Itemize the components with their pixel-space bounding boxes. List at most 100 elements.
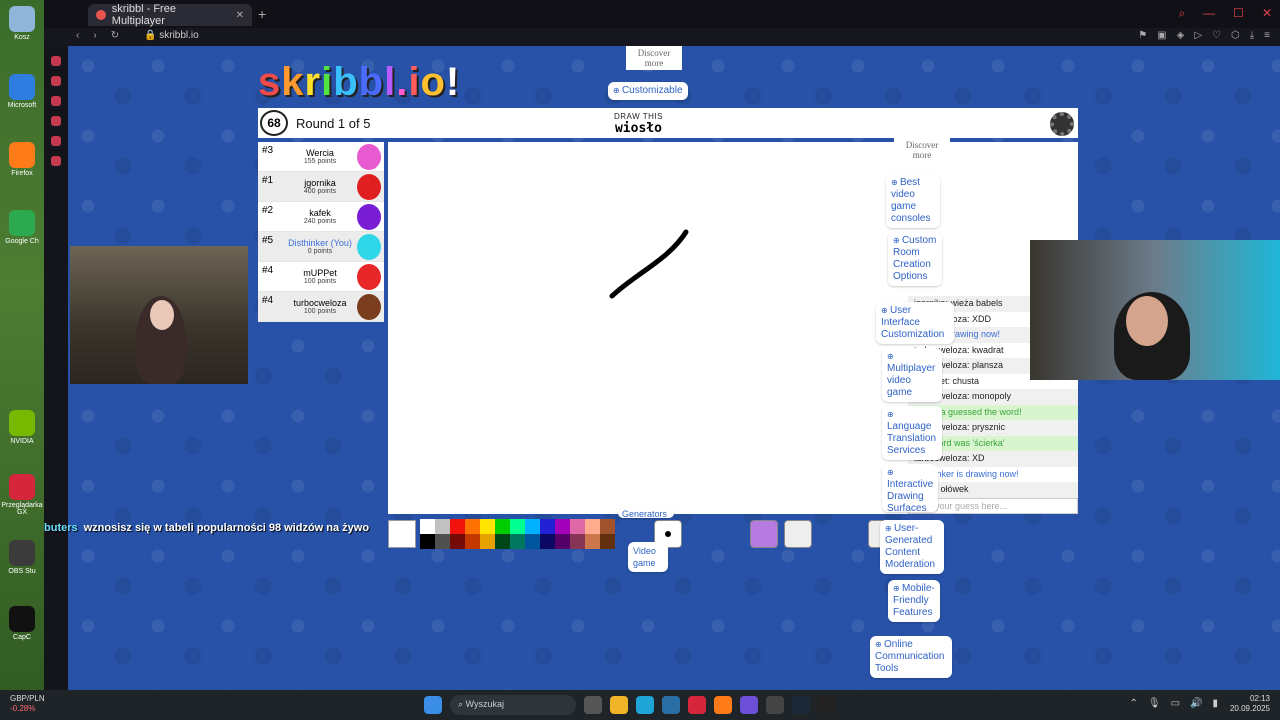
palette-color-swatch[interactable] — [435, 519, 450, 534]
palette-color-swatch[interactable] — [510, 519, 525, 534]
edge-icon[interactable] — [636, 696, 654, 714]
start-menu-icon[interactable] — [424, 696, 442, 714]
palette-color-swatch[interactable] — [420, 534, 435, 549]
tab-skribbl[interactable]: skribbl - Free Multiplayer ✕ — [88, 3, 252, 27]
clock[interactable]: 02:13 20.09.2025 — [1230, 694, 1270, 714]
palette-color-swatch[interactable] — [495, 519, 510, 534]
palette-color-swatch[interactable] — [585, 519, 600, 534]
ad-link-customizable[interactable]: ⊕ Customizable — [608, 82, 688, 100]
shield-icon[interactable]: ◈ — [1177, 30, 1185, 41]
forward-icon[interactable]: › — [93, 30, 96, 41]
extensions-icon[interactable]: ⬡ — [1231, 30, 1240, 41]
ad-discover-more-top[interactable]: Discover more — [626, 46, 682, 70]
close-tab-icon[interactable]: ✕ — [236, 10, 244, 21]
volume-icon[interactable]: 🔊 — [1190, 698, 1202, 709]
palette-color-swatch[interactable] — [480, 519, 495, 534]
palette-color-swatch[interactable] — [540, 519, 555, 534]
settings-gear-icon[interactable] — [1050, 112, 1074, 136]
desktop-icon-firefox[interactable]: Firefox — [0, 142, 44, 177]
ad-link-consoles[interactable]: ⊕ Best video game consoles — [886, 174, 940, 228]
store-icon[interactable] — [662, 696, 680, 714]
file-explorer-icon[interactable] — [610, 696, 628, 714]
palette-color-swatch[interactable] — [450, 534, 465, 549]
downloads-icon[interactable]: ⤓ — [1250, 30, 1254, 41]
palette-color-swatch[interactable] — [450, 519, 465, 534]
stock-widget[interactable]: GBP/PLN -0.28% — [10, 694, 45, 714]
player-name: jgornika — [304, 178, 336, 188]
minimize-icon[interactable]: — — [1203, 6, 1215, 21]
ad-link-drawing-surfaces[interactable]: ⊕ Interactive Drawing Surfaces — [882, 464, 938, 512]
bookmark-icon[interactable]: ⚑ — [1138, 30, 1147, 41]
palette-color-swatch[interactable] — [570, 534, 585, 549]
ad-link-custom-room[interactable]: ⊕ Custom Room Creation Options — [888, 232, 942, 286]
menu-icon[interactable]: ≡ — [1264, 30, 1270, 41]
desktop-icon-edge[interactable]: Microsoft — [0, 74, 44, 109]
sidebar-icon-4[interactable] — [51, 116, 61, 126]
desktop-icon-recycle-bin[interactable]: Kosz — [0, 6, 44, 41]
ad-link-video-game[interactable]: Video game — [628, 542, 668, 572]
palette-color-swatch[interactable] — [495, 534, 510, 549]
desktop-icon-nvidia[interactable]: NVIDIA — [0, 410, 44, 445]
battery-icon[interactable]: ▮ — [1212, 698, 1218, 709]
maximize-icon[interactable]: ☐ — [1233, 6, 1244, 21]
task-view-icon[interactable] — [584, 696, 602, 714]
notification-user: buters — [44, 522, 78, 534]
ad-link-multiplayer[interactable]: ⊕ Multiplayer video game — [882, 348, 942, 402]
palette-color-swatch[interactable] — [555, 519, 570, 534]
ad-link-ui-customization[interactable]: ⊕ User Interface Customization — [876, 302, 954, 344]
network-icon[interactable]: ▭ — [1171, 698, 1180, 709]
snapshot-icon[interactable]: ▣ — [1157, 30, 1166, 41]
palette-color-swatch[interactable] — [600, 519, 615, 534]
url-field[interactable]: 🔒 skribbl.io — [144, 30, 199, 41]
sidebar-icon-3[interactable] — [51, 96, 61, 106]
palette-color-swatch[interactable] — [510, 534, 525, 549]
ad-link-translation[interactable]: ⊕ Language Translation Services — [882, 406, 942, 460]
sidebar-icon-5[interactable] — [51, 136, 61, 146]
palette-color-swatch[interactable] — [465, 534, 480, 549]
ad-link-communication[interactable]: ⊕ Online Communication Tools — [870, 636, 952, 678]
new-tab-icon[interactable]: + — [258, 6, 266, 22]
palette-color-swatch[interactable] — [570, 519, 585, 534]
palette-color-swatch[interactable] — [480, 534, 495, 549]
fill-bucket-tool-icon[interactable] — [784, 520, 812, 548]
opera-gx-icon[interactable] — [688, 696, 706, 714]
discord-icon[interactable] — [740, 696, 758, 714]
desktop-icon-opera-gx[interactable]: Przeglądarka GX — [0, 474, 44, 516]
desktop-icon-chrome[interactable]: Google Ch — [0, 210, 44, 245]
desktop-icon-capcut[interactable]: CapC — [0, 606, 44, 641]
player-name: kafek — [309, 208, 331, 218]
chevron-up-icon[interactable]: ⌃ — [1129, 698, 1137, 709]
desktop-icon-obs[interactable]: OBS Stu — [0, 540, 44, 575]
ad-link-mobile[interactable]: ⊕ Mobile-Friendly Features — [888, 580, 940, 622]
steam-icon[interactable] — [792, 696, 810, 714]
close-window-icon[interactable]: ✕ — [1262, 6, 1272, 21]
microphone-icon[interactable]: 🎙 — [1148, 698, 1161, 709]
search-tabs-icon[interactable]: ⌕ — [1178, 6, 1185, 21]
taskbar-search[interactable]: ⌕ Wyszukaj — [450, 695, 576, 715]
palette-color-swatch[interactable] — [555, 534, 570, 549]
palette-color-swatch[interactable] — [540, 534, 555, 549]
brush-color-preview[interactable] — [388, 520, 416, 548]
heart-icon[interactable]: ♡ — [1212, 30, 1221, 41]
palette-color-swatch[interactable] — [585, 534, 600, 549]
palette-color-swatch[interactable] — [525, 519, 540, 534]
palette-color-swatch[interactable] — [420, 519, 435, 534]
epic-games-icon[interactable] — [818, 696, 836, 714]
palette-color-swatch[interactable] — [465, 519, 480, 534]
palette-color-swatch[interactable] — [435, 534, 450, 549]
sidebar-icon-1[interactable] — [51, 56, 61, 66]
word-display: DRAW THIS wiosło — [614, 112, 663, 136]
sidebar-icon-6[interactable] — [51, 156, 61, 166]
palette-color-swatch[interactable] — [600, 534, 615, 549]
pencil-tool-icon[interactable] — [750, 520, 778, 548]
sidebar-icon-2[interactable] — [51, 76, 61, 86]
ad-discover-more-side[interactable]: Discover more — [894, 138, 950, 162]
ad-link-ugc-moderation[interactable]: ⊕ User-Generated Content Moderation — [880, 520, 944, 574]
reload-icon[interactable]: ↻ — [111, 30, 119, 41]
palette-color-swatch[interactable] — [525, 534, 540, 549]
firefox-icon[interactable] — [714, 696, 732, 714]
obs-icon[interactable] — [766, 696, 784, 714]
flow-icon[interactable]: ▷ — [1194, 30, 1202, 41]
back-icon[interactable]: ‹ — [76, 30, 79, 41]
ad-link-generators[interactable]: Generators — [618, 508, 674, 518]
